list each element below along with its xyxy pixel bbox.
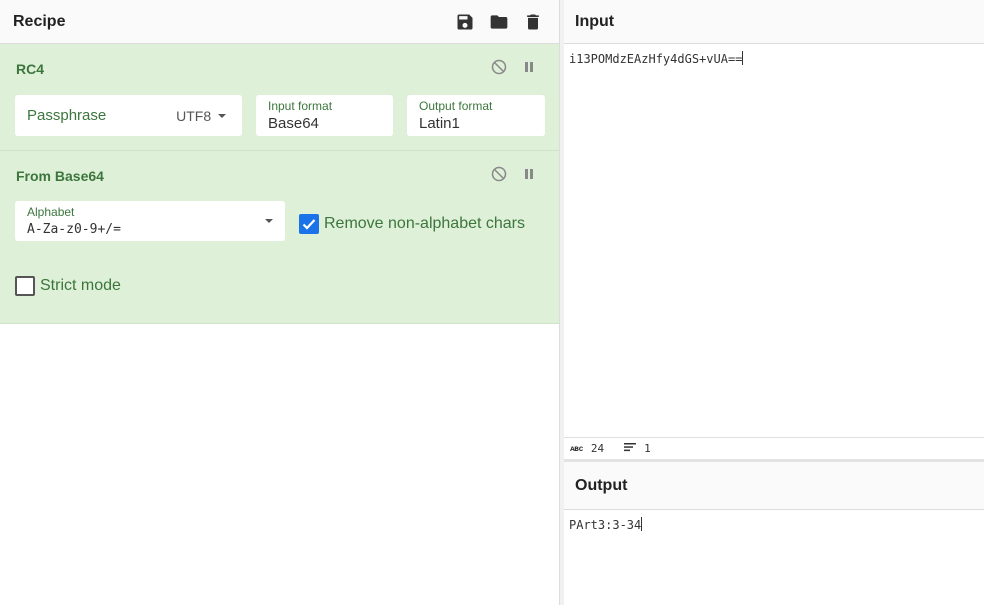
- trash-icon[interactable]: [523, 12, 543, 32]
- output-format-field[interactable]: Output format Latin1: [407, 95, 545, 136]
- input-textarea[interactable]: i13POMdzEAzHfy4dGS+vUA==: [564, 44, 984, 437]
- alphabet-label: Alphabet: [27, 205, 75, 219]
- operation-title: RC4: [16, 61, 45, 77]
- output-format-value: Latin1: [419, 115, 460, 132]
- input-lines: 1: [644, 442, 651, 455]
- text-cursor: [742, 51, 744, 65]
- input-header: Input: [564, 0, 984, 44]
- pause-icon[interactable]: [521, 166, 537, 182]
- input-length: 24: [590, 442, 605, 455]
- alphabet-select[interactable]: Alphabet A-Za-z0-9+/=: [15, 201, 285, 241]
- output-title: Output: [575, 476, 628, 494]
- disable-icon[interactable]: [491, 59, 507, 75]
- recipe-header: Recipe: [0, 0, 559, 44]
- operation-title: From Base64: [16, 168, 104, 184]
- remove-non-alphabet-label: Remove non-alphabet chars: [324, 215, 526, 232]
- folder-icon[interactable]: [489, 12, 509, 32]
- pause-icon[interactable]: [521, 59, 537, 75]
- output-header: Output: [564, 462, 984, 510]
- save-icon[interactable]: [455, 12, 475, 32]
- caret-down-icon: [265, 219, 273, 223]
- input-format-value: Base64: [268, 115, 319, 132]
- remove-non-alphabet-checkbox[interactable]: [299, 214, 319, 234]
- input-text: i13POMdzEAzHfy4dGS+vUA==: [569, 52, 743, 66]
- operation-from-base64: From Base64 Alphabet A-Za-z0-9+/= Remove…: [0, 151, 559, 324]
- alphabet-value: A-Za-z0-9+/=: [27, 222, 121, 237]
- encoding-value: UTF8: [176, 108, 212, 124]
- strict-mode-label: Strict mode: [40, 277, 121, 294]
- strict-mode-checkbox[interactable]: [15, 276, 35, 296]
- input-status-bar: ᴀʙᴄ 24 1: [564, 437, 984, 459]
- output-textarea[interactable]: PArt3:3-34: [564, 510, 984, 605]
- operation-rc4: RC4 Passphrase UTF8 Input format Base64 …: [0, 44, 559, 151]
- abc-icon: ᴀʙᴄ: [570, 443, 583, 453]
- passphrase-placeholder: Passphrase: [27, 107, 107, 124]
- check-icon: [302, 219, 316, 230]
- text-cursor: [641, 517, 643, 531]
- recipe-title: Recipe: [13, 12, 66, 30]
- recipe-pane: Recipe RC4 Passphrase UTF8 Input format …: [0, 0, 560, 605]
- encoding-dropdown[interactable]: UTF8: [176, 108, 226, 124]
- input-format-field[interactable]: Input format Base64: [256, 95, 393, 136]
- output-text: PArt3:3-34: [569, 518, 642, 532]
- disable-icon[interactable]: [491, 166, 507, 182]
- input-title: Input: [575, 12, 615, 30]
- caret-down-icon: [218, 114, 226, 118]
- io-pane: Input i13POMdzEAzHfy4dGS+vUA== ᴀʙᴄ 24 1 …: [564, 0, 984, 605]
- lines-icon: [624, 442, 637, 455]
- passphrase-field[interactable]: Passphrase UTF8: [15, 95, 242, 136]
- output-format-label: Output format: [419, 99, 493, 113]
- input-format-label: Input format: [268, 99, 333, 113]
